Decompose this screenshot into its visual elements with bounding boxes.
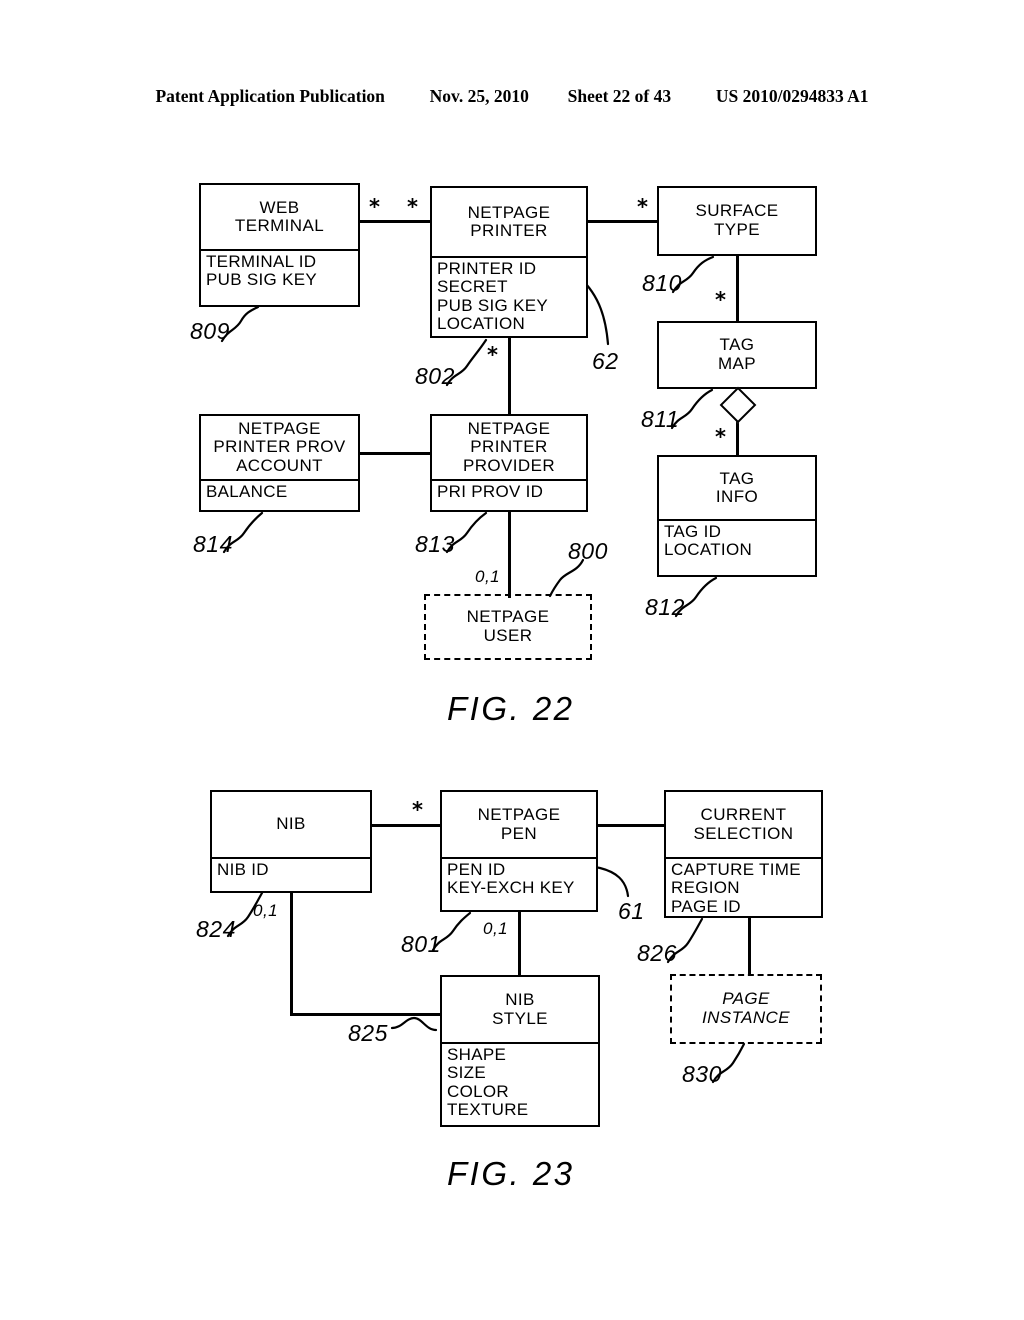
ref-numeral-813: 813 — [415, 531, 455, 557]
multiplicity-star-printer-left: * — [407, 195, 418, 219]
entity-netpage-printer-provider[interactable]: NETPAGE PRINTER PROVIDER PRI PROV ID — [430, 414, 588, 512]
ref-numeral-812: 812 — [645, 594, 685, 620]
connector-nib-down — [290, 893, 293, 1015]
header-date: Nov. 25, 2010 — [429, 86, 529, 106]
connector-netpagepen-currentselection — [598, 824, 664, 827]
ref-numeral-811: 811 — [641, 406, 680, 432]
entity-netpage-printer-prov-account[interactable]: NETPAGE PRINTER PROV ACCOUNT BALANCE — [199, 414, 360, 512]
ref-numeral-825: 825 — [348, 1020, 388, 1046]
connector-surfacetype-tagmap — [736, 256, 739, 322]
multiplicity-card-nib: 0,1 — [253, 901, 279, 920]
entity-title: TAG MAP — [717, 335, 757, 373]
connector-webterminal-netpageprinter — [358, 220, 434, 223]
ref-numeral-809: 809 — [190, 318, 230, 344]
page-header: Patent Application Publication Nov. 25, … — [0, 86, 1024, 107]
entity-attributes: PRI PROV ID — [437, 482, 544, 501]
entity-attributes: TERMINAL ID PUB SIG KEY — [206, 252, 318, 290]
ref-numeral-62: 62 — [592, 348, 619, 374]
ref-numeral-61: 61 — [618, 898, 645, 924]
ref-numeral-814: 814 — [193, 531, 233, 557]
connector-netpagepen-nibstyle — [518, 912, 521, 976]
entity-tag-map[interactable]: TAG MAP — [657, 321, 817, 389]
multiplicity-card-netpageuser: 0,1 — [475, 567, 501, 586]
entity-title: NETPAGE PRINTER PROVIDER — [463, 418, 555, 475]
entity-nib[interactable]: NIB NIB ID — [210, 790, 372, 893]
ref-numeral-810: 810 — [642, 270, 682, 296]
multiplicity-star-taginfo: * — [715, 425, 726, 449]
ref-numeral-802: 802 — [415, 363, 455, 389]
entity-title: TAG INFO — [715, 468, 759, 506]
entity-title: NETPAGE PRINTER PROV ACCOUNT — [213, 418, 346, 475]
entity-title: NIB STYLE — [492, 990, 548, 1028]
aggregation-diamond-icon — [719, 386, 757, 424]
multiplicity-star-tagmap: * — [715, 288, 726, 312]
entity-current-selection[interactable]: CURRENT SELECTION CAPTURE TIME REGION PA… — [664, 790, 823, 918]
entity-netpage-printer[interactable]: NETPAGE PRINTER PRINTER ID SECRET PUB SI… — [430, 186, 588, 338]
header-sheet: Sheet 22 of 43 — [567, 86, 672, 106]
figure-caption-23: FIG. 23 — [447, 1155, 575, 1192]
patent-drawing-page: Patent Application Publication Nov. 25, … — [0, 0, 1024, 1320]
entity-title: CURRENT SELECTION — [693, 805, 794, 843]
entity-attributes: PRINTER ID SECRET PUB SIG KEY LOCATION — [437, 259, 549, 334]
multiplicity-star-netpagepen: * — [412, 798, 423, 822]
entity-title: NETPAGE PEN — [477, 805, 561, 843]
entity-tag-info[interactable]: TAG INFO TAG ID LOCATION — [657, 455, 817, 577]
multiplicity-star-surfacetype: * — [637, 195, 648, 219]
multiplicity-card-nibstyle: 0,1 — [483, 919, 509, 938]
connector-netpageprinter-surfacetype — [586, 220, 660, 223]
entity-netpage-user[interactable]: NETPAGE USER — [424, 594, 592, 660]
ref-numeral-826: 826 — [637, 940, 677, 966]
figure-caption-22: FIG. 22 — [447, 690, 575, 727]
entity-title: SURFACE TYPE — [695, 201, 779, 239]
leader-825 — [390, 1016, 438, 1032]
entity-title: NIB — [276, 814, 306, 834]
multiplicity-star-webterminal: * — [369, 195, 380, 219]
entity-title: NETPAGE USER — [466, 607, 550, 645]
ref-numeral-830: 830 — [682, 1061, 722, 1087]
header-publication: Patent Application Publication — [155, 86, 385, 106]
entity-surface-type[interactable]: SURFACE TYPE — [657, 186, 817, 256]
multiplicity-star-provider: * — [487, 343, 498, 367]
connector-provider-netpageuser — [508, 512, 511, 598]
ref-numeral-801: 801 — [401, 931, 441, 957]
entity-nib-style[interactable]: NIB STYLE SHAPE SIZE COLOR TEXTURE — [440, 975, 600, 1127]
entity-attributes: SHAPE SIZE COLOR TEXTURE — [447, 1045, 529, 1120]
entity-attributes: PEN ID KEY-EXCH KEY — [447, 860, 575, 898]
leader-800 — [548, 558, 585, 598]
connector-currentselection-pageinstance — [748, 918, 751, 976]
connector-provaccount-provider — [358, 452, 434, 455]
header-patent-number: US 2010/0294833 A1 — [715, 86, 869, 106]
entity-attributes: CAPTURE TIME REGION PAGE ID — [671, 860, 801, 916]
connector-netpageprinter-provider — [508, 338, 511, 414]
connector-nib-netpagepen — [370, 824, 442, 827]
ref-numeral-824: 824 — [196, 916, 236, 942]
entity-page-instance[interactable]: PAGE INSTANCE — [670, 974, 822, 1044]
entity-attributes: NIB ID — [217, 860, 269, 879]
entity-netpage-pen[interactable]: NETPAGE PEN PEN ID KEY-EXCH KEY — [440, 790, 598, 912]
entity-title: NETPAGE PRINTER — [467, 202, 551, 240]
connector-nib-to-nibstyle — [290, 1013, 442, 1016]
entity-title: PAGE INSTANCE — [702, 989, 790, 1027]
ref-numeral-800: 800 — [568, 538, 608, 564]
entity-attributes: TAG ID LOCATION — [664, 522, 753, 560]
entity-web-terminal[interactable]: WEB TERMINAL TERMINAL ID PUB SIG KEY — [199, 183, 360, 307]
entity-attributes: BALANCE — [206, 482, 288, 501]
entity-title: WEB TERMINAL — [234, 197, 325, 235]
